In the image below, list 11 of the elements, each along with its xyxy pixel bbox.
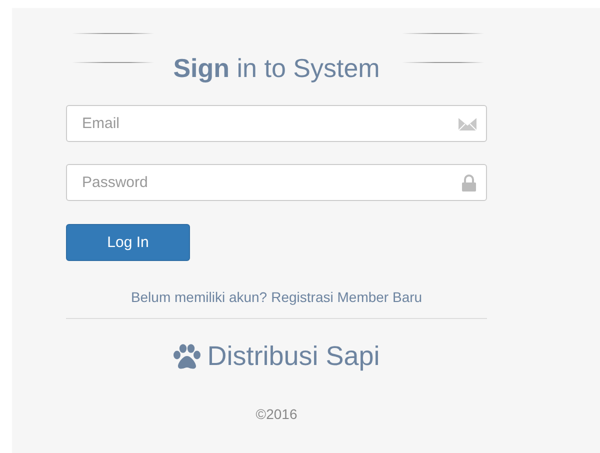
copyright-text: ©2016	[254, 406, 298, 422]
brand-name: Distribusi Sapi	[207, 341, 380, 372]
register-prompt: Belum memiliki akun?	[130, 289, 268, 305]
email-field[interactable]: Email	[66, 105, 487, 142]
page-title: Sign in to System	[173, 53, 380, 84]
login-button[interactable]: Log In	[66, 224, 190, 261]
lock-icon	[461, 174, 477, 191]
paw-icon	[173, 344, 202, 369]
mail-icon	[458, 116, 477, 130]
password-field[interactable]: Password	[66, 164, 487, 201]
register-link[interactable]: Registrasi Member Baru	[271, 289, 422, 305]
